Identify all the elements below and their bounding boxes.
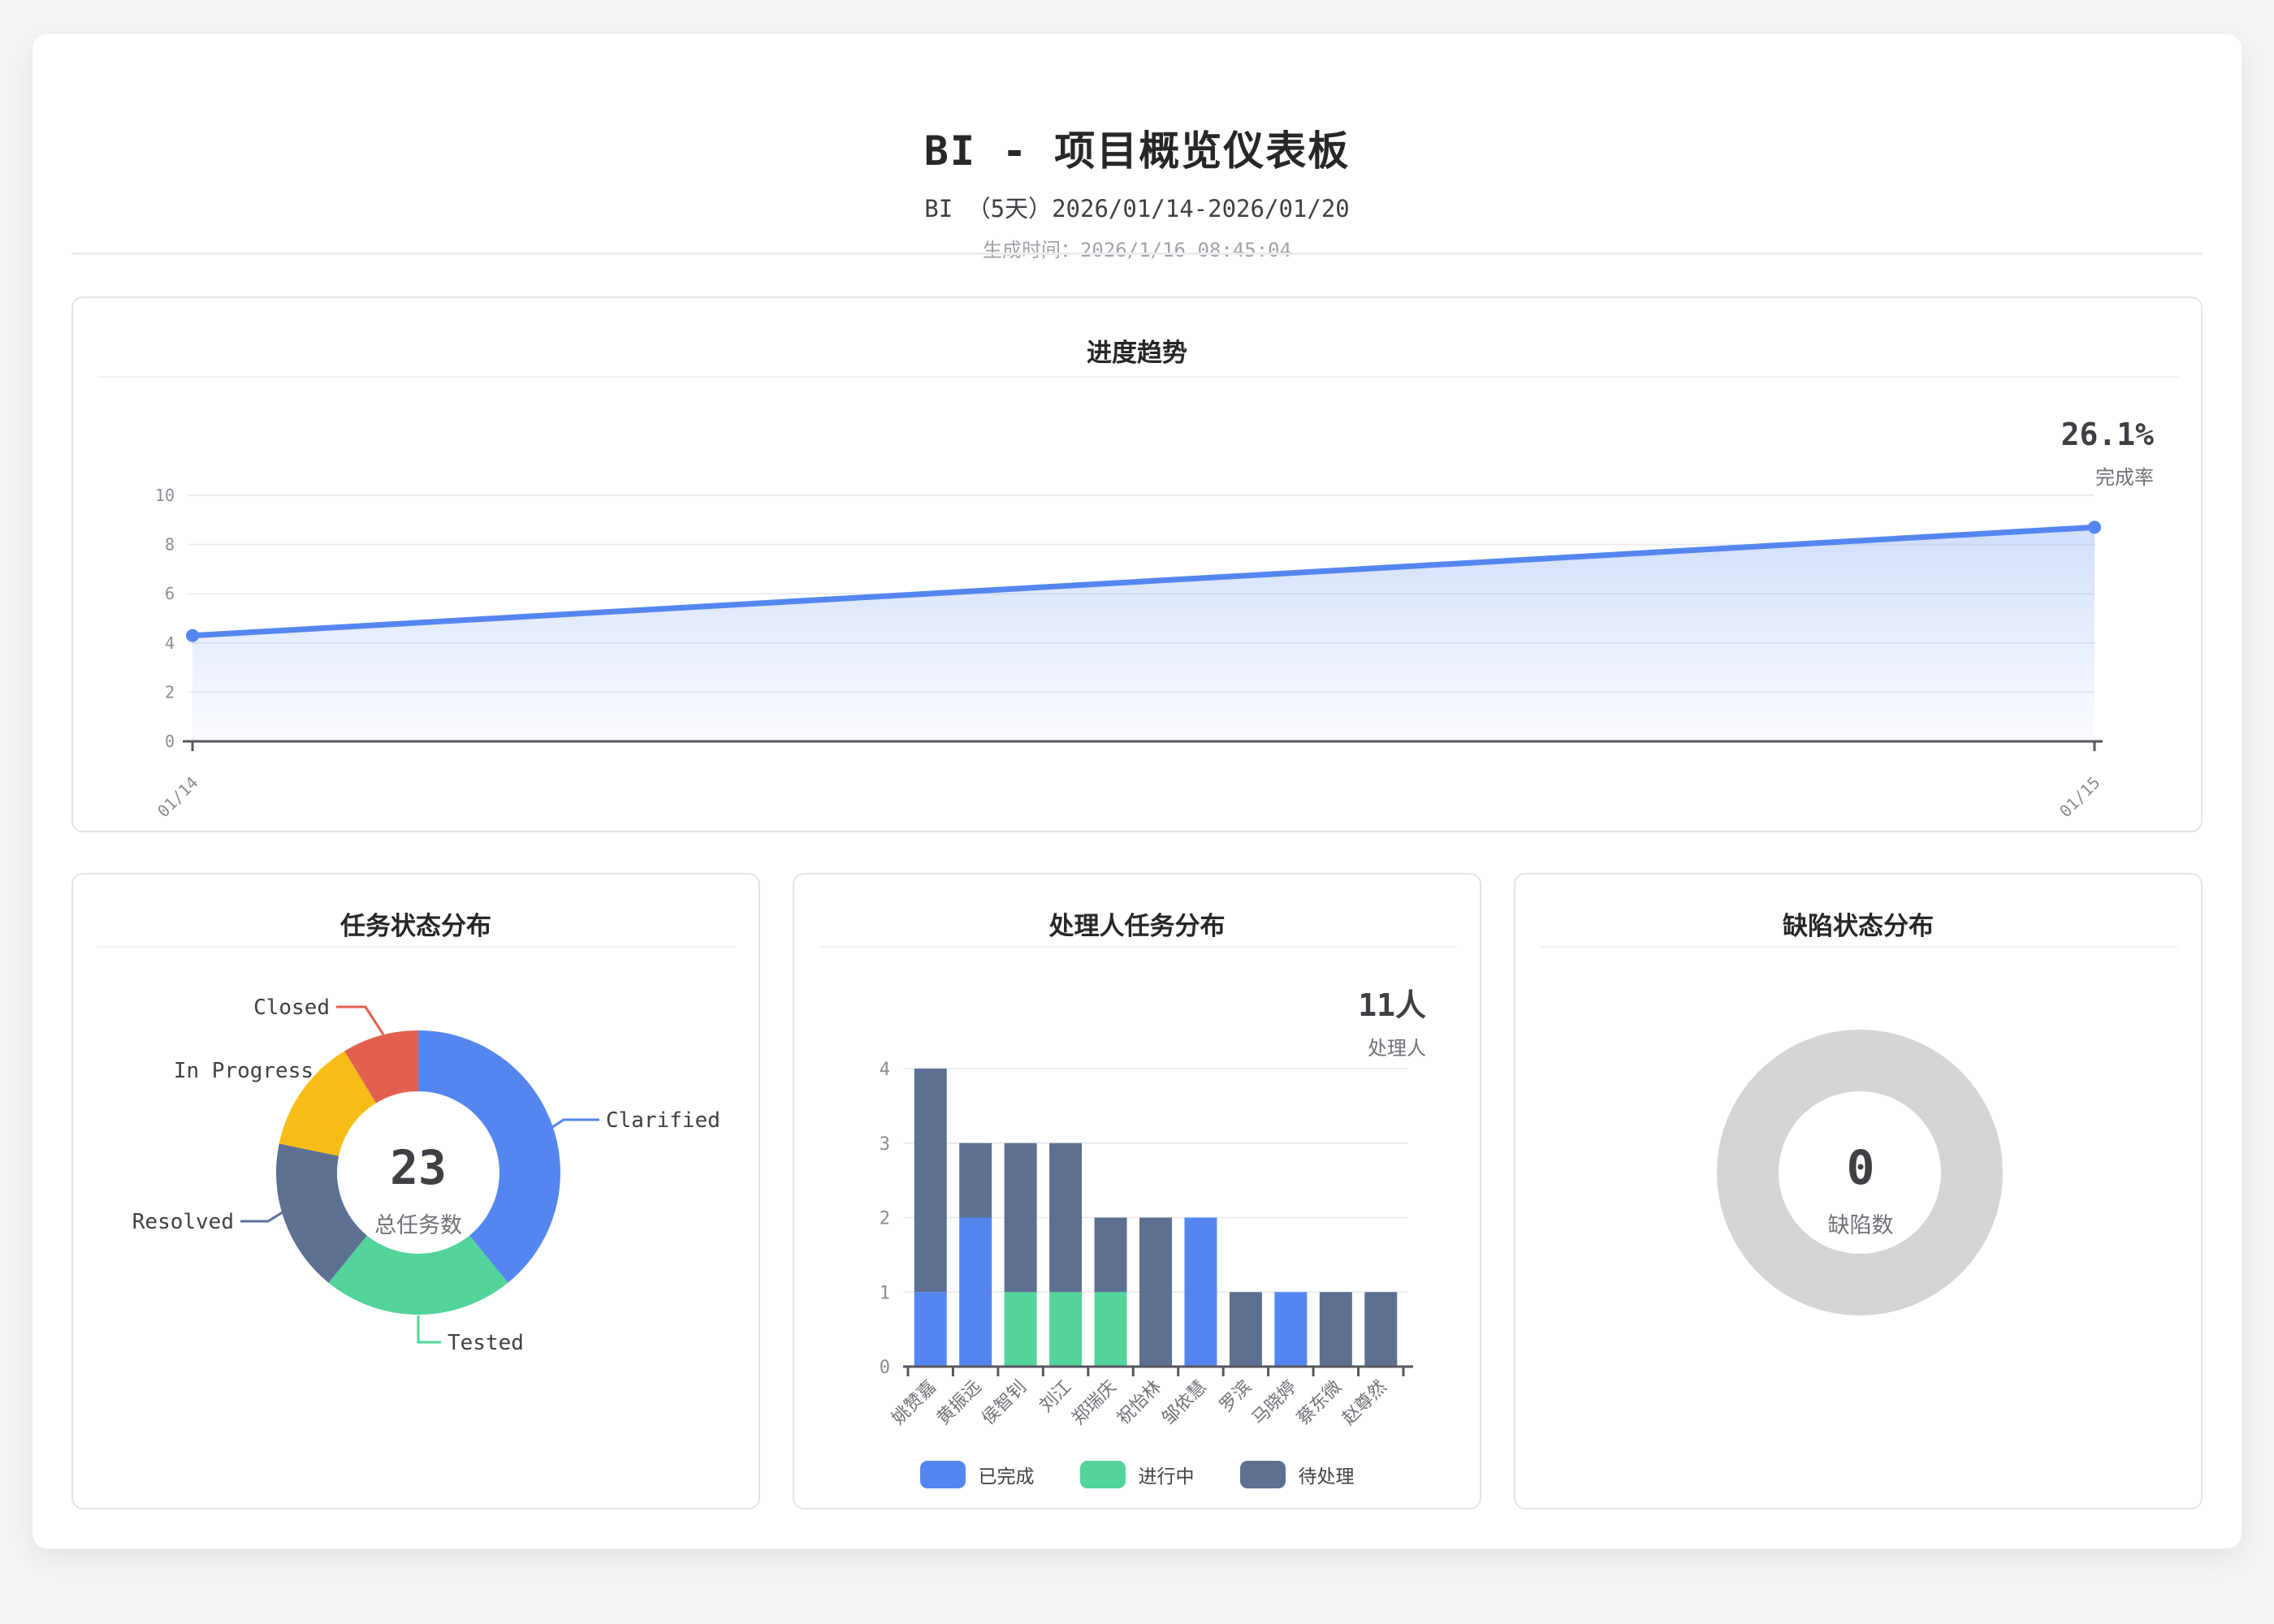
svg-text:蔡东微: 蔡东微 xyxy=(1294,1377,1346,1429)
svg-text:10: 10 xyxy=(155,486,175,505)
completion-rate-label: 完成率 xyxy=(2095,465,2154,489)
legend-label-inprogress: 进行中 xyxy=(1138,1466,1195,1488)
svg-text:01/15: 01/15 xyxy=(2056,773,2104,822)
header-divider xyxy=(71,253,2203,255)
assignee-stacked-bar-chart: 0 1 2 3 4 姚赞嘉黄振远侯智钊 刘江郑瑞庆祝怡林邹依慧 罗滨马晓婷蔡东微赵尊然 xyxy=(880,1060,1413,1429)
svg-text:0: 0 xyxy=(880,1358,890,1378)
report-container: BI - 项目概览仪表板 BI （5天）2026/01/14-2026/01/2… xyxy=(32,34,2242,1548)
svg-text:姚赞嘉: 姚赞嘉 xyxy=(888,1377,940,1429)
assignee-legend: 已完成 进行中 待处理 xyxy=(794,1461,1480,1488)
legend-item-done: 已完成 xyxy=(919,1461,1035,1488)
task-donut-center: 23 总任务数 xyxy=(296,1142,540,1239)
legend-swatch-inprogress xyxy=(1079,1461,1126,1488)
generated-timestamp: 生成时间：2026/1/16 08:45:04 xyxy=(982,239,1292,261)
svg-text:2: 2 xyxy=(880,1209,890,1229)
defect-card-title: 缺陷状态分布 xyxy=(1783,912,1934,941)
page-title: BI - 项目概览仪表板 xyxy=(923,127,1351,175)
svg-text:罗滨: 罗滨 xyxy=(1216,1377,1256,1417)
svg-text:4: 4 xyxy=(880,1060,890,1080)
svg-text:Resolved: Resolved xyxy=(132,1210,234,1234)
svg-text:黄振远: 黄振远 xyxy=(933,1377,985,1429)
svg-text:8: 8 xyxy=(165,535,175,555)
defect-card-divider xyxy=(1540,946,2178,948)
legend-label-pending: 待处理 xyxy=(1298,1466,1355,1488)
svg-text:Closed: Closed xyxy=(253,996,330,1020)
defect-count-label: 缺陷数 xyxy=(1827,1212,1894,1238)
svg-text:In Progress: In Progress xyxy=(174,1059,313,1083)
svg-text:6: 6 xyxy=(165,584,175,603)
svg-text:郑瑞庆: 郑瑞庆 xyxy=(1068,1377,1120,1429)
assignee-count-stat: 11人 处理人 xyxy=(1358,987,1426,1060)
svg-text:01/14: 01/14 xyxy=(153,773,202,822)
task-status-card: 任务状态分布 Clarified Tested Resolved In Progres… xyxy=(71,873,760,1510)
svg-text:祝怡林: 祝怡林 xyxy=(1113,1377,1165,1429)
svg-text:赵尊然: 赵尊然 xyxy=(1338,1377,1390,1429)
legend-swatch-pending xyxy=(1239,1461,1286,1488)
assignee-count-label: 处理人 xyxy=(1368,1036,1426,1060)
assignee-distribution-card: 处理人任务分布 0 1 2 3 4 姚赞嘉 黄振远 侯智钊 刘江 郑瑞庆 祝怡林 邹依慧 罗滨 马晓婷 蔡东… xyxy=(793,873,1481,1510)
svg-text:Clarified: Clarified xyxy=(606,1108,720,1133)
legend-item-inprogress: 进行中 xyxy=(1079,1461,1195,1488)
svg-text:Tested: Tested xyxy=(447,1331,524,1355)
svg-text:刘江: 刘江 xyxy=(1036,1377,1076,1417)
defect-donut-center: 0 缺陷数 xyxy=(1739,1142,1982,1239)
assignee-count-value: 11人 xyxy=(1358,987,1426,1023)
legend-swatch-done xyxy=(919,1461,966,1488)
svg-text:4: 4 xyxy=(165,633,175,653)
dashboard-page: BI - 项目概览仪表板 BI （5天）2026/01/14-2026/01/2… xyxy=(0,0,2274,1624)
completion-rate-value: 26.1% xyxy=(2060,417,2154,452)
svg-text:侯智钊: 侯智钊 xyxy=(979,1377,1031,1429)
svg-text:1: 1 xyxy=(880,1283,890,1303)
completion-rate-stat: 26.1% 完成率 xyxy=(2061,417,2154,490)
legend-item-pending: 待处理 xyxy=(1239,1461,1355,1488)
defect-status-card: 缺陷状态分布 0 缺陷数 xyxy=(1514,873,2203,1510)
legend-label-done: 已完成 xyxy=(978,1466,1035,1488)
defect-count: 0 xyxy=(1846,1140,1875,1195)
progress-trend-line-chart: 0 2 4 6 8 10 01/14 01/15 xyxy=(153,486,2104,822)
svg-text:3: 3 xyxy=(880,1134,890,1155)
svg-text:马晓婷: 马晓婷 xyxy=(1248,1377,1300,1429)
page-subtitle: BI （5天）2026/01/14-2026/01/20 xyxy=(924,195,1350,222)
svg-text:2: 2 xyxy=(165,682,175,702)
total-task-label: 总任务数 xyxy=(374,1212,462,1238)
svg-text:邹依慧: 邹依慧 xyxy=(1158,1377,1210,1429)
svg-text:0: 0 xyxy=(165,732,175,751)
progress-trend-card: 进度趋势 0 2 4 6 8 10 01/14 01/15 26.1% 完成率 xyxy=(71,296,2203,832)
total-task-count: 23 xyxy=(390,1140,447,1195)
